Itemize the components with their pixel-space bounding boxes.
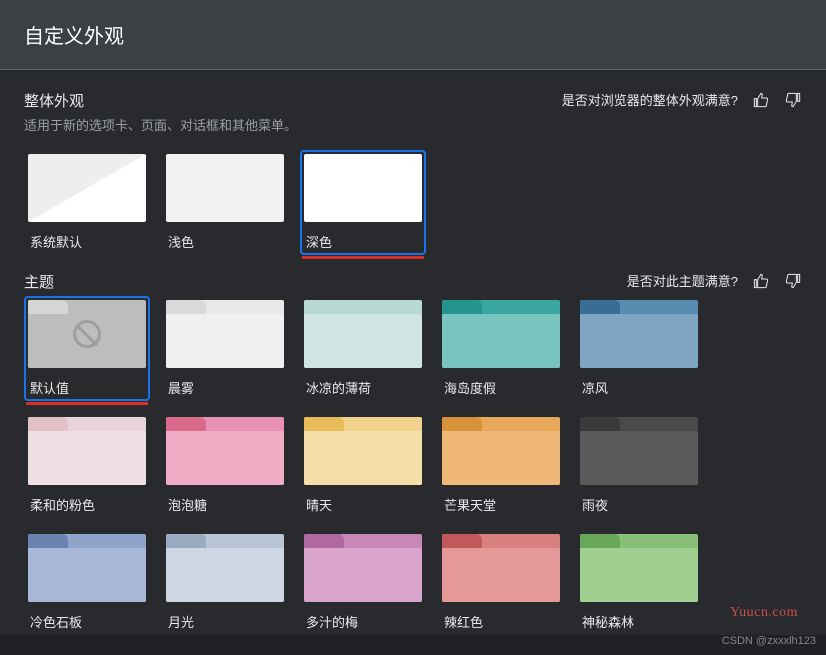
theme-label: 晴天 [304, 495, 422, 514]
theme-label: 晨雾 [166, 378, 284, 397]
theme-card[interactable]: 神秘森林 [576, 530, 702, 635]
page-header: 自定义外观 [0, 0, 826, 70]
theme-swatch [580, 300, 698, 368]
theme-swatch [442, 300, 560, 368]
themes-grid: 默认值 晨雾 冰凉的薄荷 海岛度假 凉风柔和的粉色 泡泡糖 晴天 芒果天堂 雨夜冷色石板 月光 多汁… [24, 296, 802, 635]
theme-label: 柔和的粉色 [28, 495, 146, 514]
thumbs-up-icon[interactable] [752, 272, 770, 290]
thumbs-down-icon[interactable] [784, 272, 802, 290]
section-themes: 主题 是否对此主题满意? 默认值 晨雾 冰凉的薄荷 海岛度假 凉风柔和的粉色 泡泡糖 晴天 芒… [24, 271, 802, 635]
appearance-feedback: 是否对浏览器的整体外观满意? [562, 90, 802, 109]
appearance-card-light[interactable]: 浅色 [162, 150, 288, 255]
swatch-dark [304, 154, 422, 222]
theme-swatch [304, 417, 422, 485]
theme-swatch [28, 534, 146, 602]
themes-feedback: 是否对此主题满意? [627, 271, 802, 290]
themes-title: 主题 [24, 271, 54, 292]
theme-label: 海岛度假 [442, 378, 560, 397]
appearance-title: 整体外观 [24, 90, 84, 111]
theme-label: 凉风 [580, 378, 698, 397]
appearance-subtitle: 适用于新的选项卡、页面、对话框和其他菜单。 [24, 115, 802, 134]
theme-label: 雨夜 [580, 495, 698, 514]
theme-label: 冰凉的薄荷 [304, 378, 422, 397]
theme-card[interactable]: 凉风 [576, 296, 702, 401]
theme-card[interactable]: 泡泡糖 [162, 413, 288, 518]
theme-card[interactable]: 冰凉的薄荷 [300, 296, 426, 401]
credit: CSDN @zxxxlh123 [722, 635, 816, 647]
swatch-light [166, 154, 284, 222]
theme-card[interactable]: 柔和的粉色 [24, 413, 150, 518]
theme-label: 多汁的梅 [304, 612, 422, 631]
appearance-card-system-default[interactable]: 系统默认 [24, 150, 150, 255]
theme-swatch [442, 534, 560, 602]
no-symbol-icon [73, 320, 101, 348]
theme-card[interactable]: 月光 [162, 530, 288, 635]
appearance-card-dark[interactable]: 深色 [300, 150, 426, 255]
theme-card[interactable]: 海岛度假 [438, 296, 564, 401]
appearance-label: 系统默认 [28, 232, 146, 251]
page-title: 自定义外观 [24, 20, 802, 49]
thumbs-down-icon[interactable] [784, 91, 802, 109]
theme-label: 冷色石板 [28, 612, 146, 631]
theme-swatch [580, 534, 698, 602]
appearance-grid: 系统默认 浅色 深色 [24, 150, 802, 255]
theme-label: 辣红色 [442, 612, 560, 631]
theme-swatch [442, 417, 560, 485]
theme-card[interactable]: 冷色石板 [24, 530, 150, 635]
thumbs-up-icon[interactable] [752, 91, 770, 109]
theme-swatch [304, 300, 422, 368]
theme-swatch [304, 534, 422, 602]
theme-swatch [28, 300, 146, 368]
theme-card[interactable]: 辣红色 [438, 530, 564, 635]
swatch-system-default [28, 154, 146, 222]
appearance-feedback-text: 是否对浏览器的整体外观满意? [562, 90, 738, 109]
appearance-label: 浅色 [166, 232, 284, 251]
appearance-label: 深色 [304, 232, 422, 251]
theme-label: 神秘森林 [580, 612, 698, 631]
theme-card[interactable]: 雨夜 [576, 413, 702, 518]
theme-label: 泡泡糖 [166, 495, 284, 514]
theme-swatch [166, 300, 284, 368]
theme-label: 芒果天堂 [442, 495, 560, 514]
section-appearance: 整体外观 是否对浏览器的整体外观满意? 适用于新的选项卡、页面、对话框和其他菜单… [24, 90, 802, 255]
theme-card[interactable]: 晴天 [300, 413, 426, 518]
theme-card[interactable]: 默认值 [24, 296, 150, 401]
theme-swatch [166, 534, 284, 602]
theme-label: 月光 [166, 612, 284, 631]
theme-card[interactable]: 晨雾 [162, 296, 288, 401]
theme-swatch [580, 417, 698, 485]
theme-card[interactable]: 芒果天堂 [438, 413, 564, 518]
themes-feedback-text: 是否对此主题满意? [627, 271, 738, 290]
theme-label: 默认值 [28, 378, 146, 397]
theme-card[interactable]: 多汁的梅 [300, 530, 426, 635]
theme-swatch [166, 417, 284, 485]
theme-swatch [28, 417, 146, 485]
